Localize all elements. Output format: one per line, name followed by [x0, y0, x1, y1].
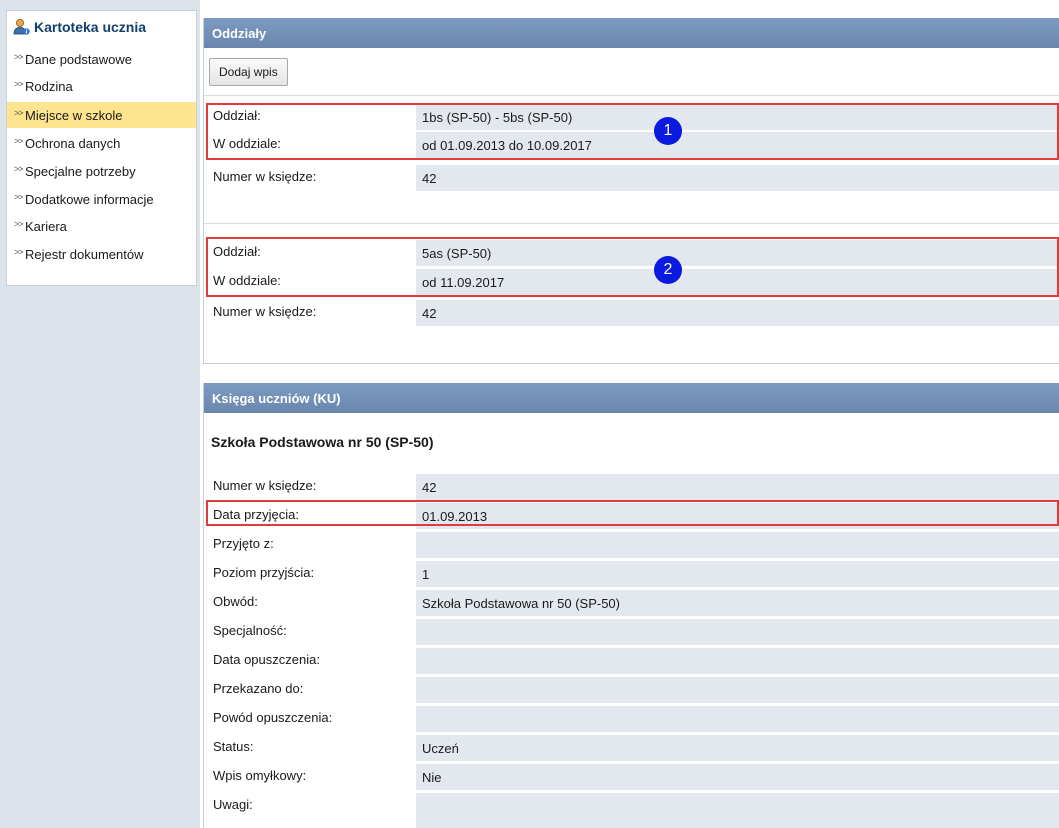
- field-value: 01.09.2013: [416, 503, 1059, 529]
- ksiega-row: Data przyjęcia: 01.09.2013: [211, 503, 1059, 529]
- chevron-right-icon: >>: [14, 108, 23, 118]
- field-value: [416, 648, 1059, 674]
- sidebar-item-label: Specjalne potrzeby: [25, 163, 136, 179]
- sidebar-item-specjalne-potrzeby[interactable]: >> Specjalne potrzeby: [7, 158, 196, 184]
- ksiega-row: Specjalność:: [211, 619, 1059, 645]
- marker-badge-1: 1: [654, 117, 682, 145]
- divider: [204, 95, 1059, 96]
- w-oddziale-row: W oddziale: od 01.09.2013 do 10.09.2017: [211, 132, 1059, 158]
- sidebar-item-rejestr-dokumentow[interactable]: >> Rejestr dokumentów: [7, 241, 196, 267]
- field-value: [416, 619, 1059, 645]
- sidebar-item-label: Ochrona danych: [25, 135, 121, 151]
- field-value: [416, 706, 1059, 732]
- chevron-right-icon: >>: [14, 52, 23, 62]
- chevron-right-icon: >>: [14, 164, 23, 174]
- ksiega-row: Przyjęto z:: [211, 532, 1059, 558]
- field-value: [416, 677, 1059, 703]
- student-card-menu: i Kartoteka ucznia >> Dane podstawowe >>…: [6, 10, 197, 286]
- chevron-right-icon: >>: [14, 219, 23, 229]
- sidebar-title: i Kartoteka ucznia: [13, 17, 146, 37]
- ksiega-row: Przekazano do:: [211, 677, 1059, 703]
- field-value: 1: [416, 561, 1059, 587]
- chevron-right-icon: >>: [14, 136, 23, 146]
- sidebar-item-ochrona-danych[interactable]: >> Ochrona danych: [7, 130, 196, 156]
- field-label: W oddziale:: [213, 273, 281, 288]
- field-label: Data opuszczenia:: [213, 652, 320, 667]
- field-value: [416, 532, 1059, 558]
- field-label: Uwagi:: [213, 797, 253, 812]
- numer-w-ksiedze-row: Numer w księdze: 42: [211, 300, 1059, 326]
- sidebar-item-label: Dodatkowe informacje: [25, 191, 154, 207]
- oddzialy-header: Oddziały: [204, 18, 1059, 48]
- w-oddziale-row: W oddziale: od 11.09.2017: [211, 269, 1059, 295]
- field-value: od 11.09.2017: [416, 269, 1059, 295]
- field-value: 5as (SP-50): [416, 240, 1059, 266]
- field-label: Numer w księdze:: [213, 304, 317, 319]
- sidebar-item-miejsce-w-szkole[interactable]: >> Miejsce w szkole: [7, 102, 196, 128]
- field-value: [416, 793, 1059, 828]
- svg-text:i: i: [26, 30, 28, 36]
- sidebar-item-label: Rejestr dokumentów: [25, 246, 144, 262]
- chevron-right-icon: >>: [14, 192, 23, 202]
- marker-badge-2: 2: [654, 256, 682, 284]
- ksiega-header: Księga uczniów (KU): [204, 383, 1059, 413]
- sidebar: i Kartoteka ucznia >> Dane podstawowe >>…: [0, 0, 200, 828]
- sidebar-title-label: Kartoteka ucznia: [34, 19, 147, 35]
- chevron-right-icon: >>: [14, 247, 23, 257]
- sidebar-item-rodzina[interactable]: >> Rodzina: [7, 73, 196, 99]
- field-value: Szkoła Podstawowa nr 50 (SP-50): [416, 590, 1059, 616]
- chevron-right-icon: >>: [14, 79, 23, 89]
- field-label: Data przyjęcia:: [213, 507, 299, 522]
- field-label: Przyjęto z:: [213, 536, 274, 551]
- field-label: Status:: [213, 739, 254, 754]
- field-value: 42: [416, 300, 1059, 326]
- field-value: 42: [416, 165, 1059, 191]
- field-label: Numer w księdze:: [213, 478, 317, 493]
- oddzial-row: Oddział: 5as (SP-50): [211, 240, 1059, 266]
- field-label: W oddziale:: [213, 136, 281, 151]
- divider: [204, 223, 1059, 224]
- field-label: Przekazano do:: [213, 681, 304, 696]
- field-label: Poziom przyjścia:: [213, 565, 315, 580]
- ksiega-row: Numer w księdze: 42: [211, 474, 1059, 500]
- student-icon: i: [13, 19, 30, 36]
- field-label: Specjalność:: [213, 623, 287, 638]
- field-value: Nie: [416, 764, 1059, 790]
- ksiega-row: Powód opuszczenia:: [211, 706, 1059, 732]
- field-label: Wpis omyłkowy:: [213, 768, 307, 783]
- school-name: Szkoła Podstawowa nr 50 (SP-50): [211, 434, 434, 450]
- ksiega-row: Poziom przyjścia: 1: [211, 561, 1059, 587]
- field-value: 1bs (SP-50) - 5bs (SP-50): [416, 104, 1059, 130]
- field-label: Powód opuszczenia:: [213, 710, 333, 725]
- sidebar-item-dane-podstawowe[interactable]: >> Dane podstawowe: [7, 46, 196, 72]
- ksiega-row: Wpis omyłkowy: Nie: [211, 764, 1059, 790]
- ksiega-row: Obwód: Szkoła Podstawowa nr 50 (SP-50): [211, 590, 1059, 616]
- sidebar-item-label: Kariera: [25, 218, 67, 234]
- sidebar-item-dodatkowe-informacje[interactable]: >> Dodatkowe informacje: [7, 186, 196, 212]
- field-label: Oddział:: [213, 108, 261, 123]
- field-value: od 01.09.2013 do 10.09.2017: [416, 132, 1059, 158]
- field-label: Numer w księdze:: [213, 169, 317, 184]
- field-label: Obwód:: [213, 594, 258, 609]
- oddzial-row: Oddział: 1bs (SP-50) - 5bs (SP-50): [211, 104, 1059, 130]
- field-value: Uczeń: [416, 735, 1059, 761]
- ksiega-row: Status: Uczeń: [211, 735, 1059, 761]
- add-entry-button[interactable]: Dodaj wpis: [209, 58, 288, 86]
- numer-w-ksiedze-row: Numer w księdze: 42: [211, 165, 1059, 191]
- ksiega-row: Uwagi:: [211, 793, 1059, 828]
- sidebar-item-kariera[interactable]: >> Kariera: [7, 213, 196, 239]
- ksiega-row: Data opuszczenia:: [211, 648, 1059, 674]
- sidebar-item-label: Miejsce w szkole: [25, 107, 123, 123]
- sidebar-item-label: Rodzina: [25, 78, 73, 94]
- sidebar-item-label: Dane podstawowe: [25, 51, 132, 67]
- field-value: 42: [416, 474, 1059, 500]
- field-label: Oddział:: [213, 244, 261, 259]
